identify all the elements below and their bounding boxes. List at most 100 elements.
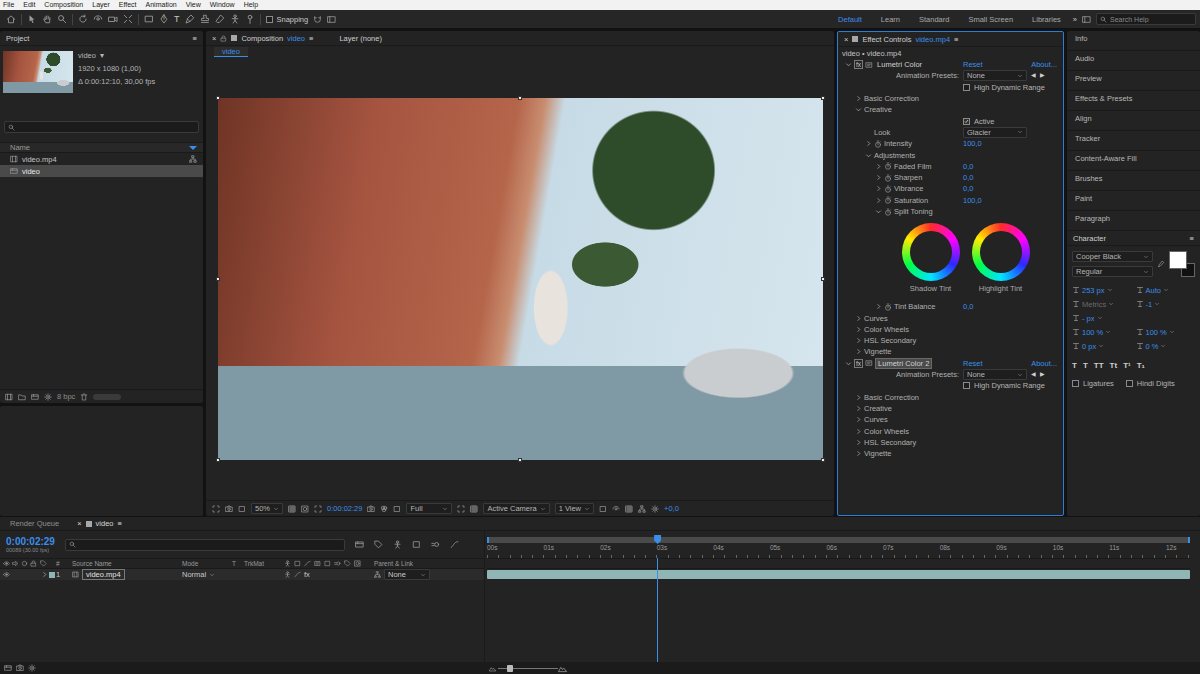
transform-handle[interactable]	[821, 277, 825, 281]
pen-tool-icon[interactable]	[159, 14, 169, 24]
panel-title[interactable]: Info	[1075, 34, 1088, 43]
property-value-text[interactable]: 0,0	[963, 173, 973, 182]
composition-tab[interactable]: ×Compositionvideo≡	[212, 34, 313, 43]
expand-arrow[interactable]	[874, 185, 882, 193]
workspace-tab[interactable]: Default	[831, 15, 869, 24]
column-header[interactable]: #	[56, 560, 72, 568]
timeline-tab[interactable]: ×video≡	[75, 519, 124, 528]
pin-tool-icon[interactable]	[245, 14, 255, 24]
blend-mode[interactable]: Normal	[182, 570, 206, 579]
expand-arrow[interactable]	[854, 348, 862, 356]
group-label[interactable]: Curves	[864, 415, 888, 424]
time-graph[interactable]: 00s01s02s03s04s05s06s07s08s09s10s11s12s	[487, 531, 1190, 662]
layer-row[interactable]: 1video.mp4NormalfxNone	[0, 569, 484, 580]
label-color-swatch[interactable]	[49, 572, 55, 578]
region-of-interest-icon[interactable]	[314, 505, 322, 513]
snapping-toggle[interactable]: Snapping	[266, 15, 309, 24]
panel-header[interactable]: Paint	[1067, 191, 1200, 211]
project-title[interactable]: Project	[6, 34, 29, 43]
name-column-header[interactable]: Name	[0, 142, 203, 153]
playhead-line[interactable]	[657, 558, 658, 662]
font-size-field-value[interactable]: 253 px	[1082, 286, 1105, 295]
lock-icon[interactable]	[220, 35, 227, 42]
character-option[interactable]: Ligatures	[1072, 379, 1114, 388]
text-style-button[interactable]: T	[1083, 361, 1088, 371]
panel-menu-button[interactable]: ≡	[1190, 234, 1194, 243]
expand-arrow[interactable]	[844, 61, 852, 69]
help-search-field[interactable]	[1096, 13, 1196, 25]
composition-subtab[interactable]: video	[214, 47, 248, 57]
tsume-field-value[interactable]: 0 %	[1146, 342, 1159, 351]
project-item[interactable]: video	[0, 165, 203, 177]
sort-arrow-icon[interactable]	[189, 146, 197, 150]
pixel-aspect-icon[interactable]	[599, 505, 607, 513]
look-dropdown[interactable]: Glacier	[963, 127, 1027, 138]
group-label[interactable]: HSL Secondary	[864, 438, 916, 447]
time-display[interactable]: 0:00:02:2900089 (30.00 fps)	[6, 536, 55, 554]
clip-dropdown[interactable]: ▾	[100, 51, 104, 60]
name-column[interactable]: Name	[10, 143, 30, 152]
color-management-icon[interactable]	[393, 505, 401, 513]
more-workspaces-button[interactable]: »	[1073, 15, 1077, 24]
expand-arrow[interactable]	[854, 438, 862, 446]
workspace-tab[interactable]: Small Screen	[961, 15, 1020, 24]
line-spacing-field-value[interactable]: - px	[1082, 314, 1095, 323]
expand-arrow[interactable]	[874, 208, 882, 216]
stopwatch-icon[interactable]	[874, 140, 882, 148]
expand-arrow[interactable]	[854, 393, 862, 401]
expand-arrow[interactable]	[844, 359, 852, 367]
menu-item[interactable]: Effect	[119, 0, 137, 10]
next-preset-button[interactable]: ▶	[1040, 371, 1045, 378]
color-swatch[interactable]	[1169, 251, 1195, 277]
grid-icon[interactable]	[288, 505, 296, 513]
group-label[interactable]: Basic Correction	[864, 393, 919, 402]
panel-title[interactable]: Preview	[1075, 74, 1102, 83]
panel-header[interactable]: Info	[1067, 31, 1200, 51]
transform-handle[interactable]	[216, 96, 220, 100]
eyedropper-icon[interactable]	[1157, 251, 1165, 277]
transparency-grid-icon[interactable]	[470, 505, 478, 513]
flowchart-icon[interactable]	[638, 505, 646, 513]
color-wheel[interactable]: Highlight Tint	[972, 223, 1030, 293]
orbit-tool-icon[interactable]	[93, 14, 103, 24]
stopwatch-icon[interactable]	[884, 208, 892, 216]
reset-link[interactable]: Reset	[963, 60, 983, 69]
eye-icon[interactable]	[3, 571, 10, 578]
new-composition-icon[interactable]	[31, 393, 39, 401]
snapping-checkbox[interactable]	[266, 16, 273, 23]
option-checkbox[interactable]	[1126, 380, 1133, 387]
column-header[interactable]: Mode	[182, 560, 232, 568]
font-dropdown[interactable]: Cooper Black	[1072, 251, 1153, 262]
about-link[interactable]: About...	[1031, 60, 1057, 69]
expand-arrow[interactable]	[854, 106, 862, 114]
transform-handle[interactable]	[821, 458, 825, 462]
settings-icon[interactable]	[28, 664, 36, 672]
group-label[interactable]: Creative	[864, 105, 892, 114]
leading-field-value[interactable]: Auto	[1146, 286, 1161, 295]
panel-header[interactable]: Preview	[1067, 71, 1200, 91]
menu-item[interactable]: Edit	[23, 0, 35, 10]
panel-header[interactable]: Brushes	[1067, 171, 1200, 191]
column-header[interactable]: Parent & Link	[374, 560, 413, 568]
view-layout-dropdown[interactable]: 1 View	[555, 503, 594, 514]
workspace-tab[interactable]: Libraries	[1025, 15, 1068, 24]
tab-label[interactable]: Effect Controls	[862, 35, 911, 44]
panel-menu-button[interactable]: ≡	[309, 34, 313, 43]
panel-header[interactable]: Tracker	[1067, 131, 1200, 151]
panel-header[interactable]: Align	[1067, 111, 1200, 131]
menu-item[interactable]: Animation	[146, 0, 177, 10]
text-style-button[interactable]: Tt	[1110, 361, 1118, 371]
pick-whip-icon[interactable]	[374, 571, 381, 578]
stopwatch-icon[interactable]	[884, 185, 892, 193]
presets-dropdown[interactable]: None	[963, 369, 1027, 380]
group-label[interactable]: Color Wheels	[864, 325, 909, 334]
group-label[interactable]: Color Wheels	[864, 427, 909, 436]
panel-header[interactable]: Audio	[1067, 51, 1200, 71]
expand-arrow[interactable]	[854, 404, 862, 412]
camera-tool-icon[interactable]	[108, 14, 118, 24]
arrow-tool-icon[interactable]	[27, 14, 37, 24]
hue-wheel[interactable]	[972, 223, 1030, 281]
column-header[interactable]: T	[232, 560, 244, 568]
hdr-checkbox[interactable]	[963, 382, 970, 389]
column-header[interactable]: Source Name	[72, 560, 182, 568]
